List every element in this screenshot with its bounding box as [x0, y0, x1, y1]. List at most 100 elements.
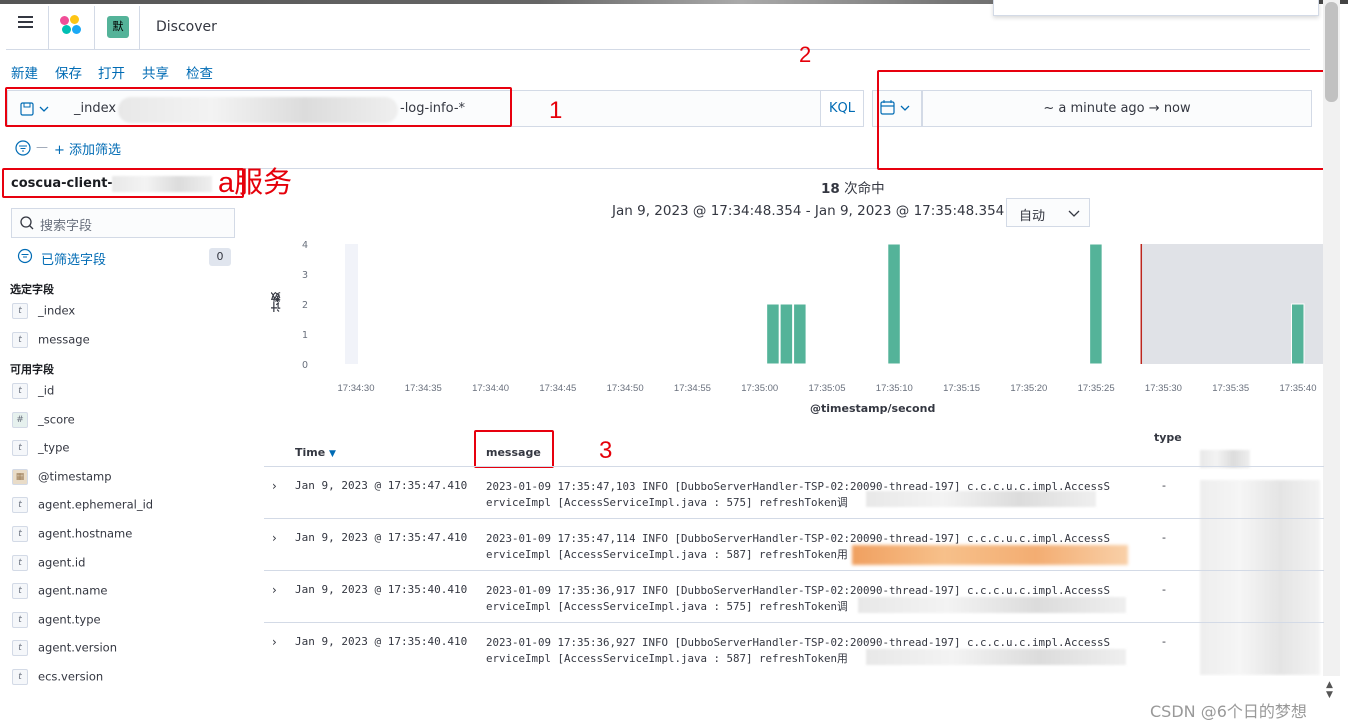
- scrollbar[interactable]: [1323, 0, 1340, 676]
- message-line-1: 2023-01-09 17:35:47,103 INFO [DubboServe…: [486, 480, 1111, 493]
- row-time: Jan 9, 2023 @ 17:35:40.410: [295, 635, 468, 648]
- row-type: -: [1162, 583, 1166, 596]
- message-line-1: 2023-01-09 17:35:47,114 INFO [DubboServe…: [486, 532, 1111, 545]
- field-name: _score: [38, 412, 75, 427]
- field-item[interactable]: t agent.type: [12, 611, 252, 638]
- y-tick-label: 1: [302, 330, 308, 341]
- field-item[interactable]: t _index: [12, 303, 252, 329]
- row-type: -: [1162, 479, 1166, 492]
- field-search-input[interactable]: 搜索字段: [11, 208, 235, 238]
- breadcrumb-discover: Discover: [156, 19, 217, 35]
- search-icon: [20, 216, 34, 230]
- field-name: agent.version: [38, 640, 117, 655]
- filter-fields-icon: [17, 248, 35, 266]
- table-row[interactable]: › Jan 9, 2023 @ 17:35:40.410 2023-01-09 17…: [264, 570, 1324, 622]
- add-filter-button[interactable]: + 添加筛选: [54, 139, 121, 158]
- row-message: 2023-01-09 17:35:36,927 INFO [DubboServe…: [486, 635, 1146, 667]
- x-tick-label: 17:35:10: [876, 383, 913, 394]
- string-field-icon: t: [12, 640, 28, 657]
- row-message: 2023-01-09 17:35:47,103 INFO [DubboServe…: [486, 479, 1146, 511]
- annotation-3: 3: [599, 437, 613, 464]
- field-name: agent.type: [38, 612, 101, 627]
- field-item[interactable]: ▦ @timestamp: [12, 468, 252, 495]
- message-line-1: 2023-01-09 17:35:36,917 INFO [DubboServe…: [486, 584, 1111, 597]
- field-name: ecs.version: [38, 669, 104, 684]
- field-item[interactable]: t _type: [12, 440, 252, 466]
- time-range-label: Jan 9, 2023 @ 17:34:48.354 - Jan 9, 2023…: [612, 203, 1023, 219]
- field-item[interactable]: t agent.version: [12, 640, 252, 666]
- y-axis-label: 计数: [272, 292, 283, 312]
- divider: [94, 6, 95, 50]
- string-field-icon: t: [12, 554, 28, 571]
- annotation-box-2: [877, 70, 1327, 170]
- kql-toggle-button[interactable]: KQL: [820, 90, 864, 127]
- filtered-fields-toggle[interactable]: 已筛选字段: [41, 249, 106, 268]
- menu-new[interactable]: 新建: [11, 62, 38, 82]
- search-placeholder: 搜索字段: [40, 219, 93, 234]
- field-item[interactable]: t message: [12, 332, 252, 358]
- y-tick-label: 2: [302, 300, 308, 311]
- sort-down-icon[interactable]: ▼: [329, 449, 336, 459]
- string-field-icon: t: [12, 440, 28, 457]
- annotation-1: 1: [549, 97, 563, 124]
- string-field-icon: t: [12, 497, 28, 514]
- field-item[interactable]: t agent.hostname: [12, 526, 252, 552]
- field-item[interactable]: t agent.name: [12, 583, 252, 609]
- scroll-arrows[interactable]: ▲ ▼: [1326, 680, 1333, 700]
- menu-share[interactable]: 共享: [142, 62, 169, 82]
- menu-open[interactable]: 打开: [98, 62, 125, 82]
- row-time: Jan 9, 2023 @ 17:35:40.410: [295, 583, 468, 596]
- field-item[interactable]: # _score: [12, 411, 252, 438]
- number-field-icon: #: [12, 411, 28, 428]
- filter-menu-icon[interactable]: [14, 139, 32, 157]
- y-tick-label: 3: [302, 270, 308, 281]
- space-avatar[interactable]: 默: [107, 16, 129, 38]
- field-name: _index: [38, 303, 76, 318]
- field-item[interactable]: t _id: [12, 383, 252, 409]
- annotation-box-service: [2, 168, 244, 198]
- expand-chevron-icon[interactable]: ›: [272, 479, 277, 493]
- menu-icon[interactable]: [18, 21, 33, 23]
- expand-chevron-icon[interactable]: ›: [272, 635, 277, 649]
- x-tick-label: 17:35:15: [943, 383, 980, 394]
- menu-inspect[interactable]: 检查: [186, 62, 213, 82]
- hits-count: 18: [821, 181, 840, 197]
- x-tick-label: 17:34:30: [338, 383, 375, 394]
- histogram-bar: [1089, 243, 1103, 365]
- annotation-box-1: [5, 87, 512, 127]
- field-name: @timestamp: [38, 469, 112, 484]
- kibana-logo-icon[interactable]: [58, 14, 84, 40]
- interval-select[interactable]: 自动: [1006, 198, 1090, 227]
- row-time: Jan 9, 2023 @ 17:35:47.410: [295, 479, 468, 492]
- type-column-header[interactable]: type: [1154, 431, 1182, 444]
- field-name: message: [38, 332, 90, 347]
- x-tick-label: 17:35:25: [1078, 383, 1115, 394]
- menu-save[interactable]: 保存: [55, 62, 82, 82]
- time-column-header[interactable]: Time ▼: [295, 446, 336, 459]
- x-tick-label: 17:35:35: [1212, 383, 1249, 394]
- divider: [139, 6, 140, 50]
- x-tick-label: 17:35:00: [741, 383, 778, 394]
- string-field-icon: t: [12, 611, 28, 628]
- string-field-icon: t: [12, 526, 28, 542]
- x-tick-label: 17:35:40: [1280, 383, 1317, 394]
- row-message: 2023-01-09 17:35:36,917 INFO [DubboServe…: [486, 583, 1146, 615]
- table-row[interactable]: › Jan 9, 2023 @ 17:35:47.410 2023-01-09 17…: [264, 518, 1324, 570]
- expand-chevron-icon[interactable]: ›: [272, 531, 277, 545]
- scrollbar-thumb[interactable]: [1325, 2, 1338, 102]
- y-tick-label: 4: [302, 240, 308, 251]
- field-item[interactable]: t agent.ephemeral_id: [12, 497, 252, 523]
- row-message: 2023-01-09 17:35:47,114 INFO [DubboServe…: [486, 531, 1146, 563]
- field-item[interactable]: t agent.id: [12, 554, 252, 581]
- table-row[interactable]: › Jan 9, 2023 @ 17:35:40.410 2023-01-09 17…: [264, 622, 1324, 674]
- histogram-bar: [779, 303, 794, 365]
- expand-chevron-icon[interactable]: ›: [272, 583, 277, 597]
- row-time: Jan 9, 2023 @ 17:35:47.410: [295, 531, 468, 544]
- chevron-down-icon: [1068, 210, 1080, 217]
- x-tick-label: 17:35:05: [809, 383, 846, 394]
- filtered-count-badge: 0: [209, 248, 231, 266]
- field-item[interactable]: t ecs.version: [12, 669, 252, 695]
- table-row[interactable]: › Jan 9, 2023 @ 17:35:47.410 2023-01-09 17…: [264, 466, 1324, 518]
- popover-remnant: [993, 0, 1319, 16]
- x-axis-label: @timestamp/second: [810, 402, 936, 415]
